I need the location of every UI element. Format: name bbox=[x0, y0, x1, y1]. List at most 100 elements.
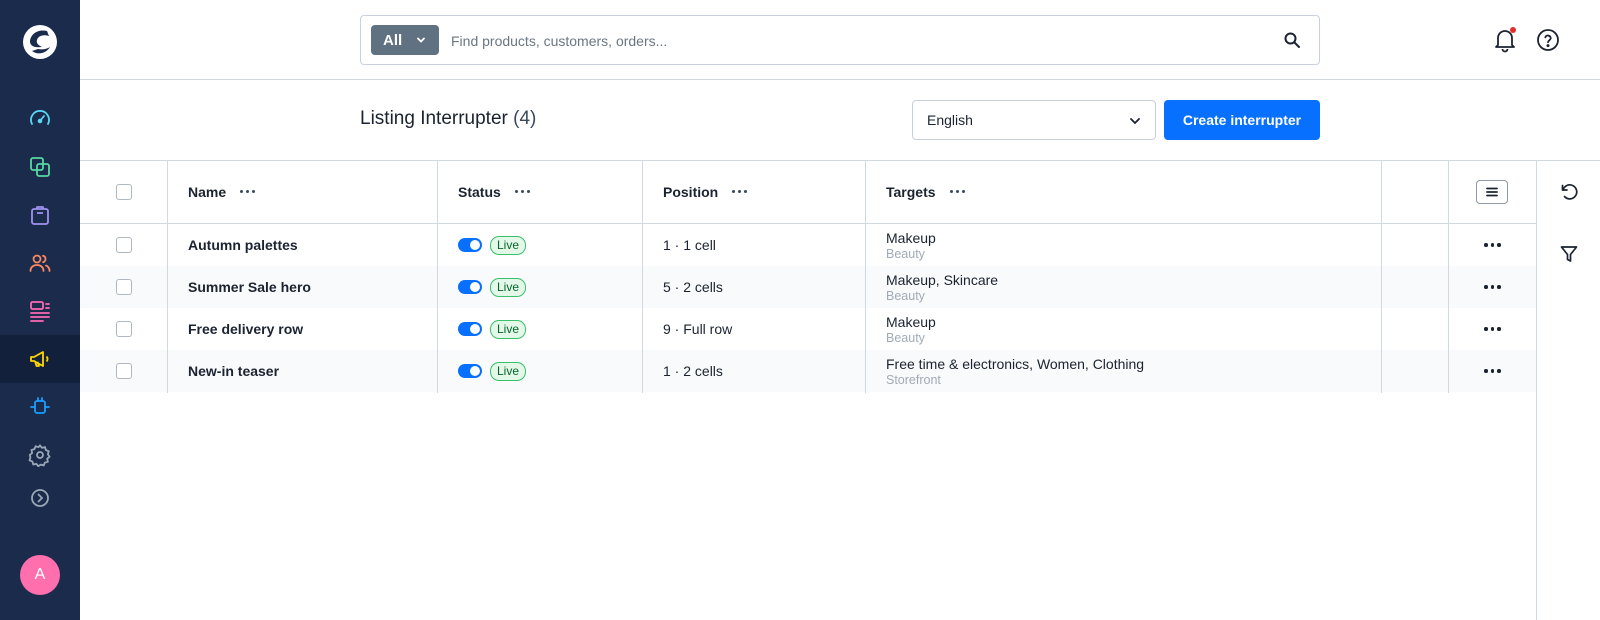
sidebar-item-extensions[interactable] bbox=[0, 383, 80, 431]
grid-header-row: Name Status Position Targets bbox=[80, 160, 1536, 224]
column-divider[interactable] bbox=[642, 160, 643, 393]
row-checkbox[interactable] bbox=[116, 279, 132, 295]
row-actions-icon[interactable] bbox=[1484, 327, 1501, 331]
row-actions-icon[interactable] bbox=[1484, 369, 1501, 373]
row-target: Free time & electronics, Women, Clothing bbox=[886, 355, 1145, 372]
column-header-label: Name bbox=[188, 183, 227, 200]
column-divider bbox=[1448, 160, 1449, 393]
row-name[interactable]: Summer Sale hero bbox=[188, 266, 311, 308]
sidebar-item-customers[interactable] bbox=[0, 239, 80, 287]
select-all-checkbox[interactable] bbox=[116, 183, 132, 200]
row-target: Makeup, Skincare bbox=[886, 271, 999, 288]
row-name[interactable]: New-in teaser bbox=[188, 350, 279, 392]
row-position: 1 · 1 cell bbox=[663, 237, 716, 253]
create-interrupter-button[interactable]: Create interrupter bbox=[1164, 100, 1320, 140]
column-header-name[interactable]: Name bbox=[188, 160, 256, 223]
shopware-logo-icon[interactable] bbox=[20, 22, 60, 62]
row-position: 1 · 2 cells bbox=[663, 363, 723, 379]
row-targets: Makeup, Skincare Beauty bbox=[886, 266, 998, 308]
status-badge: Live bbox=[490, 361, 527, 381]
row-select-cell bbox=[116, 224, 132, 266]
status-badge: Live bbox=[490, 319, 527, 339]
table-row[interactable]: Summer Sale hero Live 5 · 2 cells Makeup… bbox=[80, 266, 1536, 308]
column-menu-icon[interactable] bbox=[514, 190, 530, 193]
row-actions bbox=[1484, 308, 1501, 350]
row-checkbox[interactable] bbox=[116, 363, 132, 379]
row-select-cell bbox=[116, 350, 132, 392]
sidebar-item-settings[interactable] bbox=[0, 431, 80, 479]
column-header-targets[interactable]: Targets bbox=[886, 160, 965, 223]
row-status: Live bbox=[458, 224, 527, 266]
table-row[interactable]: Free delivery row Live 9 · Full row Make… bbox=[80, 308, 1536, 350]
avatar[interactable]: A bbox=[20, 555, 60, 595]
row-checkbox[interactable] bbox=[116, 321, 132, 337]
row-select-cell bbox=[116, 266, 132, 308]
column-header-label: Status bbox=[458, 183, 501, 200]
users-icon bbox=[29, 254, 51, 272]
language-select[interactable]: English bbox=[912, 100, 1156, 140]
list-icon bbox=[1486, 187, 1498, 196]
search-type-label: All bbox=[383, 31, 403, 49]
column-divider[interactable] bbox=[865, 160, 866, 393]
table-row[interactable]: New-in teaser Live 1 · 2 cells Free time… bbox=[80, 350, 1536, 392]
row-name[interactable]: Free delivery row bbox=[188, 308, 303, 350]
row-actions-icon[interactable] bbox=[1484, 285, 1501, 289]
gear-icon bbox=[28, 444, 51, 467]
select-all-cell bbox=[116, 160, 132, 223]
row-targets: Makeup Beauty bbox=[886, 308, 936, 350]
active-toggle[interactable] bbox=[458, 364, 482, 378]
search-icon[interactable] bbox=[1283, 31, 1301, 49]
filter-icon[interactable] bbox=[1559, 244, 1579, 264]
column-settings-button[interactable] bbox=[1476, 179, 1508, 204]
status-badge: Live bbox=[490, 277, 527, 297]
column-menu-icon[interactable] bbox=[240, 190, 256, 193]
search-type-dropdown[interactable]: All bbox=[371, 25, 439, 55]
row-actions-icon[interactable] bbox=[1484, 243, 1501, 247]
page-title-text: Listing Interrupter bbox=[360, 108, 508, 129]
row-position: 5 · 2 cells bbox=[663, 279, 723, 295]
row-targets: Makeup Beauty bbox=[886, 224, 936, 266]
sidebar-item-content[interactable] bbox=[0, 287, 80, 335]
table-row[interactable]: Autumn palettes Live 1 · 1 cell Makeup B… bbox=[80, 224, 1536, 266]
column-menu-icon[interactable] bbox=[949, 190, 965, 193]
page-title-count: (4) bbox=[513, 108, 537, 129]
sidebar: A bbox=[0, 0, 80, 620]
row-target-context: Beauty bbox=[886, 288, 925, 303]
row-actions bbox=[1484, 350, 1501, 392]
row-name[interactable]: Autumn palettes bbox=[188, 224, 298, 266]
column-header-status[interactable]: Status bbox=[458, 160, 530, 223]
column-header-label: Position bbox=[663, 183, 719, 200]
row-status: Live bbox=[458, 308, 527, 350]
refresh-icon[interactable] bbox=[1559, 182, 1579, 202]
active-toggle[interactable] bbox=[458, 280, 482, 294]
column-divider[interactable] bbox=[167, 160, 168, 393]
sidebar-item-orders[interactable] bbox=[0, 191, 80, 239]
sidebar-item-catalogues[interactable] bbox=[0, 143, 80, 191]
gauge-icon bbox=[30, 110, 50, 125]
column-header-label: Targets bbox=[886, 183, 936, 200]
row-checkbox[interactable] bbox=[116, 237, 132, 253]
chevron-down-icon bbox=[1130, 118, 1140, 125]
notification-dot bbox=[1510, 27, 1516, 33]
active-toggle[interactable] bbox=[458, 238, 482, 252]
row-target-context: Beauty bbox=[886, 246, 925, 261]
shopping-bag-icon bbox=[31, 206, 49, 225]
row-status: Live bbox=[458, 350, 527, 392]
search-input[interactable] bbox=[451, 27, 1251, 55]
row-position: 9 · Full row bbox=[663, 321, 733, 337]
sidebar-item-expand[interactable] bbox=[0, 474, 80, 522]
row-actions bbox=[1484, 266, 1501, 308]
column-settings-cell bbox=[1476, 160, 1508, 223]
row-target-context: Beauty bbox=[886, 330, 925, 345]
column-divider[interactable] bbox=[437, 160, 438, 393]
row-target: Makeup bbox=[886, 229, 936, 246]
column-header-position[interactable]: Position bbox=[663, 160, 748, 223]
active-toggle[interactable] bbox=[458, 322, 482, 336]
sidebar-item-marketing[interactable] bbox=[0, 335, 80, 383]
column-menu-icon[interactable] bbox=[732, 190, 748, 193]
column-divider[interactable] bbox=[1381, 160, 1382, 393]
plug-icon bbox=[30, 397, 50, 414]
row-target: Makeup bbox=[886, 313, 936, 330]
help-icon[interactable] bbox=[1536, 28, 1560, 52]
sidebar-item-dashboard[interactable] bbox=[0, 95, 80, 143]
